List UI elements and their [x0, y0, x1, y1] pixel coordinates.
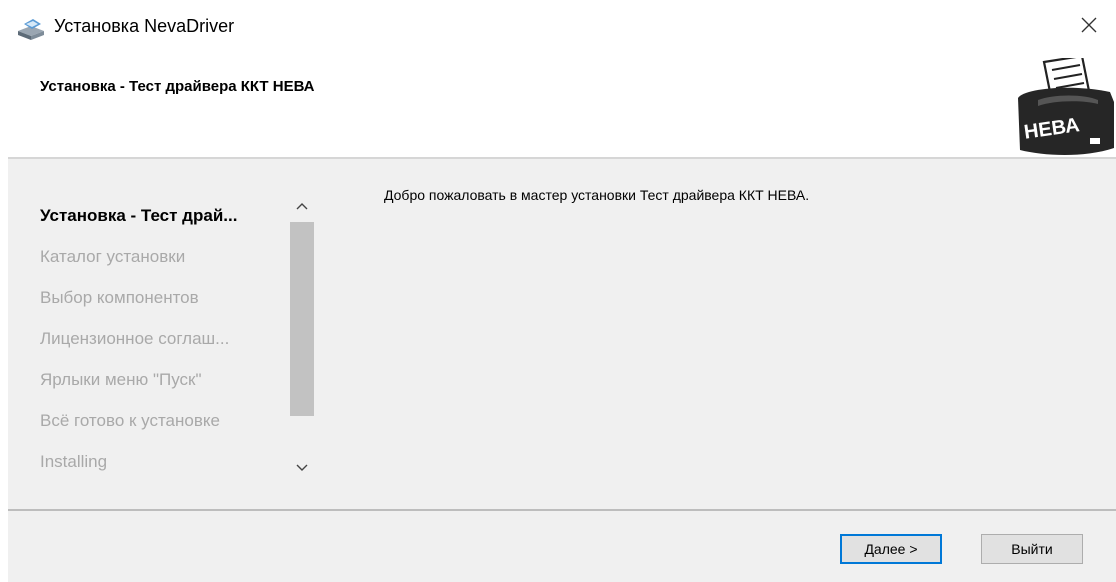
close-button[interactable] [1062, 0, 1116, 54]
next-button[interactable]: Далее > [840, 534, 942, 564]
step-item-components: Выбор компонентов [40, 288, 199, 307]
chevron-up-icon [296, 197, 308, 215]
wizard-header: Установка - Тест драйвера ККТ НЕВА НЕВА [0, 54, 1116, 158]
scroll-down-button[interactable] [288, 454, 316, 482]
step-item-license: Лицензионное соглаш... [40, 329, 230, 348]
close-icon [1080, 16, 1098, 39]
exit-button[interactable]: Выйти [981, 534, 1083, 564]
steps-scrollbar[interactable] [288, 192, 316, 482]
step-item-install-folder: Каталог установки [40, 247, 186, 266]
window-title: Установка NevaDriver [54, 16, 235, 36]
steps-list: Установка - Тест драй... Каталог установ… [40, 195, 290, 482]
welcome-message: Добро пожаловать в мастер установки Тест… [384, 187, 810, 203]
title-bar: Установка NevaDriver [0, 0, 1116, 58]
chevron-down-icon [296, 459, 308, 477]
page-title: Установка - Тест драйвера ККТ НЕВА [40, 78, 315, 95]
step-item-welcome: Установка - Тест драй... [40, 206, 238, 225]
scroll-thumb[interactable] [290, 222, 314, 416]
step-item-start-menu: Ярлыки меню "Пуск" [40, 370, 202, 389]
neva-printer-logo: НЕВА [1014, 54, 1116, 158]
wizard-footer: Далее > Выйти [8, 511, 1116, 582]
installer-window: Установка NevaDriver Установка - Тест др… [0, 0, 1116, 582]
scroll-up-button[interactable] [288, 192, 316, 220]
installer-app-icon [15, 15, 47, 41]
wizard-body: Установка - Тест драй... Каталог установ… [8, 159, 1116, 509]
step-item-installing: Installing [40, 452, 108, 471]
step-item-ready: Всё готово к установке [40, 411, 220, 430]
